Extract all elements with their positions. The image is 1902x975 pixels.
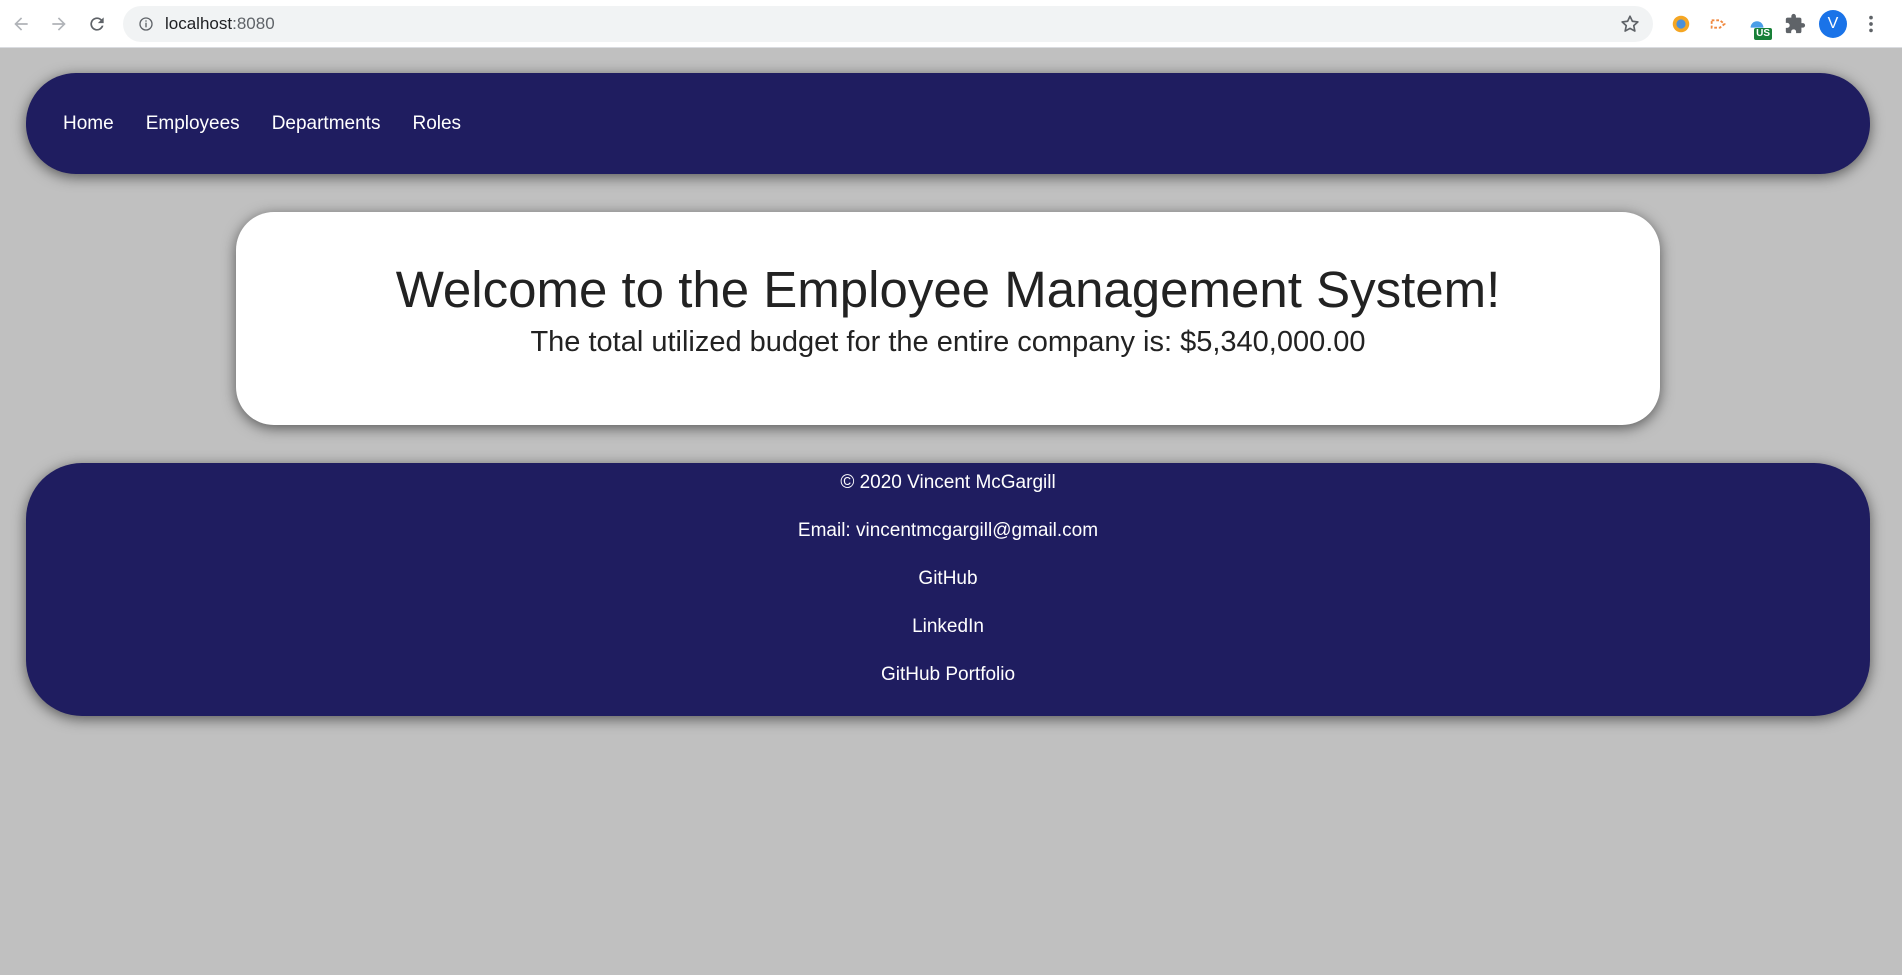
orange-circle-icon — [1672, 15, 1690, 33]
nav-link-departments[interactable]: Departments — [272, 113, 381, 135]
budget-summary: The total utilized budget for the entire… — [530, 326, 1366, 359]
kebab-menu-icon — [1869, 15, 1873, 33]
url-host: localhost — [165, 14, 233, 33]
reload-button[interactable] — [80, 7, 114, 41]
extensions-area: US V — [1662, 6, 1890, 42]
nav-link-employees[interactable]: Employees — [146, 113, 240, 135]
browser-toolbar: localhost:8080 US V — [0, 0, 1902, 48]
arrow-left-icon — [14, 16, 28, 31]
nav-link-roles[interactable]: Roles — [412, 113, 461, 135]
welcome-card: Welcome to the Employee Management Syste… — [236, 212, 1660, 425]
bookmark-star-icon[interactable] — [1619, 13, 1641, 35]
puzzle-icon — [1785, 13, 1806, 34]
copyright-text: © 2020 Vincent McGargill — [840, 472, 1056, 493]
linkedin-link[interactable]: LinkedIn — [912, 616, 984, 637]
info-icon[interactable] — [137, 15, 155, 33]
reload-icon — [90, 16, 104, 31]
url-text[interactable]: localhost:8080 — [165, 14, 275, 34]
browser-menu-button[interactable] — [1852, 6, 1890, 42]
url-port: :8080 — [232, 14, 275, 33]
email-text: Email: vincentmcgargill@gmail.com — [797, 520, 1099, 541]
profile-button[interactable]: V — [1814, 6, 1852, 42]
footer: © 2020 Vincent McGargill Email: vincentm… — [26, 463, 1870, 716]
nav-link-home[interactable]: Home — [63, 113, 114, 135]
extension-badge: US — [1754, 28, 1772, 40]
avatar: V — [1819, 10, 1847, 38]
address-bar[interactable]: localhost:8080 — [123, 6, 1653, 42]
extension-vpn[interactable]: US — [1738, 6, 1776, 42]
extension-firefox-relay[interactable] — [1662, 6, 1700, 42]
arrow-right-icon — [52, 16, 66, 31]
page-title: Welcome to the Employee Management Syste… — [395, 261, 1501, 318]
forward-button[interactable] — [42, 7, 76, 41]
extensions-menu-button[interactable] — [1776, 6, 1814, 42]
portfolio-link[interactable]: GitHub Portfolio — [881, 664, 1015, 685]
github-link[interactable]: GitHub — [918, 568, 977, 589]
main-navbar: Home Employees Departments Roles — [26, 73, 1870, 174]
back-button[interactable] — [4, 7, 38, 41]
extension-arrow[interactable] — [1700, 6, 1738, 42]
arrow-tag-icon — [1710, 19, 1726, 29]
